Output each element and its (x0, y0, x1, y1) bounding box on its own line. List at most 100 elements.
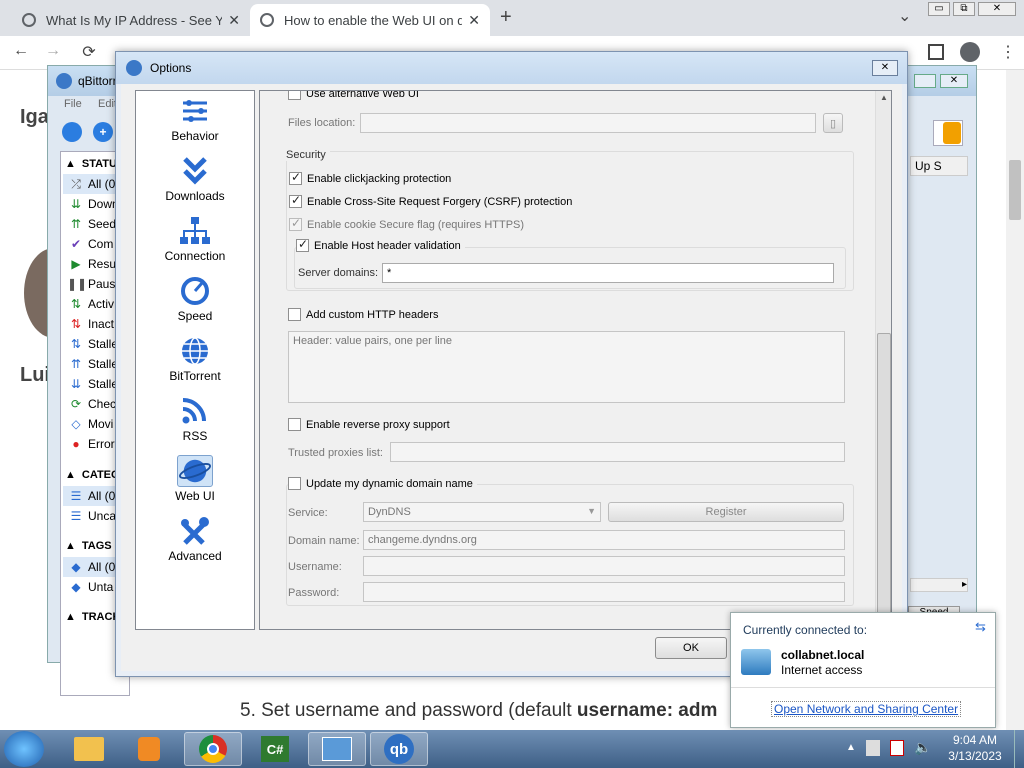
scroll-right-icon[interactable]: ▸ (910, 578, 968, 592)
network-center-link[interactable]: Open Network and Sharing Center (771, 701, 962, 717)
category-advanced[interactable]: Advanced (136, 511, 254, 569)
category-bittorrent[interactable]: BitTorrent (136, 331, 254, 389)
shuffle-icon: ⤮ (71, 176, 81, 191)
tools-icon (181, 517, 209, 545)
dyndns-checkbox[interactable] (288, 477, 301, 490)
network-tray-icon[interactable] (866, 740, 880, 756)
server-domains-field[interactable]: * (382, 263, 834, 283)
show-desktop-button[interactable] (1014, 730, 1024, 768)
reverse-proxy-option[interactable]: Enable reverse proxy support (288, 418, 450, 431)
scroll-up-icon[interactable]: ▲ (880, 93, 888, 102)
trackers-header[interactable]: ▲ TRACK (63, 607, 120, 627)
show-hidden-icons[interactable]: ▲ (846, 742, 856, 753)
ok-button[interactable]: OK (655, 637, 727, 659)
categories-header[interactable]: ▲ CATEG (63, 465, 120, 485)
close-tab-icon[interactable]: ✕ (468, 12, 480, 29)
control-panel-icon[interactable] (308, 732, 366, 766)
qb-menu-file[interactable]: File (64, 98, 82, 110)
sidebar-icon[interactable] (928, 44, 944, 60)
back-icon[interactable]: ← (8, 42, 34, 60)
webui-settings-pane: Use alternative Web UI Files location: ▯… (259, 90, 892, 630)
rss-icon (182, 398, 206, 424)
files-location-label: Files location: (288, 117, 356, 129)
qbittorrent-icon[interactable]: qb (370, 732, 428, 766)
host-header-option[interactable]: Enable Host header validation (296, 237, 465, 252)
category-downloads[interactable]: Downloads (136, 151, 254, 209)
register-button[interactable]: Register (608, 502, 844, 522)
dyndns-password-field[interactable] (363, 582, 845, 602)
chrome-icon[interactable] (184, 732, 242, 766)
add-torrent-icon[interactable]: + (93, 122, 113, 142)
status-filter-label: Stalle (88, 337, 119, 351)
custom-headers-textarea[interactable]: Header: value pairs, one per line (288, 331, 845, 403)
clock-time[interactable]: 9:04 AM (940, 733, 1010, 747)
column-header-up-speed[interactable]: Up S (910, 156, 968, 176)
status-filter-label: Stalle (88, 357, 119, 371)
use-alt-webui-checkbox[interactable] (288, 91, 301, 100)
domain-name-label: Domain name: (288, 535, 360, 547)
webui-icon (177, 455, 213, 487)
domain-name-field[interactable]: changeme.dyndns.org (363, 530, 845, 550)
reload-icon[interactable]: ⟳ (76, 42, 102, 62)
csrf-option[interactable]: Enable Cross-Site Request Forgery (CSRF)… (289, 193, 572, 208)
trusted-proxies-field[interactable] (390, 442, 845, 462)
cookie-secure-option[interactable]: Enable cookie Secure flag (requires HTTP… (289, 216, 524, 231)
action-center-icon[interactable] (890, 740, 904, 756)
page-scrollbar[interactable] (1006, 70, 1024, 730)
options-close-button[interactable]: ✕ (872, 60, 898, 76)
start-button[interactable] (4, 731, 44, 767)
username-label: Username: (288, 561, 342, 573)
arrows-icon: ⇅ (70, 297, 82, 311)
refresh-icon[interactable]: ⇆ (975, 619, 986, 635)
category-behavior[interactable]: Behavior (136, 91, 254, 149)
cookie-secure-checkbox[interactable] (289, 216, 302, 231)
custom-headers-checkbox[interactable] (288, 308, 301, 321)
reverse-proxy-checkbox[interactable] (288, 418, 301, 431)
category-label: RSS (182, 429, 208, 443)
clickjacking-checkbox[interactable] (289, 170, 302, 185)
browser-tab-1[interactable]: What Is My IP Address - See You ✕ (12, 4, 250, 36)
use-alt-webui-option[interactable]: Use alternative Web UI (288, 91, 419, 100)
dyndns-username-field[interactable] (363, 556, 845, 576)
tags-header[interactable]: ▲ TAGS (63, 536, 112, 556)
profile-avatar[interactable] (960, 42, 980, 62)
qb-restore-button[interactable] (914, 74, 936, 88)
files-location-field[interactable] (360, 113, 816, 133)
maximize-button[interactable]: ⧉ (953, 2, 975, 16)
options-title: Options (150, 61, 192, 75)
menu-kebab-icon[interactable]: ⋮ (1000, 42, 1016, 62)
status-filter-label: Stalle (88, 377, 119, 391)
media-player-icon[interactable] (120, 732, 178, 766)
custom-headers-option[interactable]: Add custom HTTP headers (288, 308, 438, 321)
scroll-thumb[interactable] (877, 333, 891, 623)
browser-tab-2[interactable]: How to enable the Web UI on qB ✕ (250, 4, 490, 36)
refresh-icon: ⟳ (70, 397, 82, 411)
category-rss[interactable]: RSS (136, 391, 254, 449)
category-web-ui[interactable]: Web UI (136, 451, 254, 509)
pause-icon: ❚❚ (67, 277, 88, 291)
browse-folder-button[interactable]: ▯ (823, 113, 843, 133)
file-explorer-icon[interactable] (60, 732, 118, 766)
clock-date[interactable]: 3/13/2023 (940, 749, 1010, 763)
settings-scrollbar[interactable]: ▲ (875, 91, 891, 629)
service-dropdown[interactable]: DynDNS ▼ (363, 502, 601, 522)
host-header-checkbox[interactable] (296, 237, 309, 252)
qb-close-button[interactable]: ✕ (940, 74, 968, 88)
volume-icon[interactable]: 🔈 (914, 739, 931, 756)
service-label: Service: (288, 507, 328, 519)
close-window-button[interactable]: ✕ (978, 2, 1016, 16)
add-link-icon[interactable] (62, 122, 82, 142)
category-connection[interactable]: Connection (136, 211, 254, 269)
dyndns-option[interactable]: Update my dynamic domain name (288, 477, 477, 490)
clickjacking-option[interactable]: Enable clickjacking protection (289, 170, 451, 185)
new-tab-button[interactable]: + (500, 6, 512, 29)
scroll-thumb[interactable] (1009, 160, 1021, 220)
minimize-button[interactable]: ▭ (928, 2, 950, 16)
category-speed[interactable]: Speed (136, 271, 254, 329)
close-tab-icon[interactable]: ✕ (228, 12, 240, 29)
csrf-checkbox[interactable] (289, 193, 302, 208)
tab-search-icon[interactable]: ⌄ (898, 6, 911, 26)
status-filter-label: Paus (88, 277, 116, 291)
forward-icon[interactable]: → (40, 42, 66, 60)
csharp-icon[interactable]: C# (246, 732, 304, 766)
